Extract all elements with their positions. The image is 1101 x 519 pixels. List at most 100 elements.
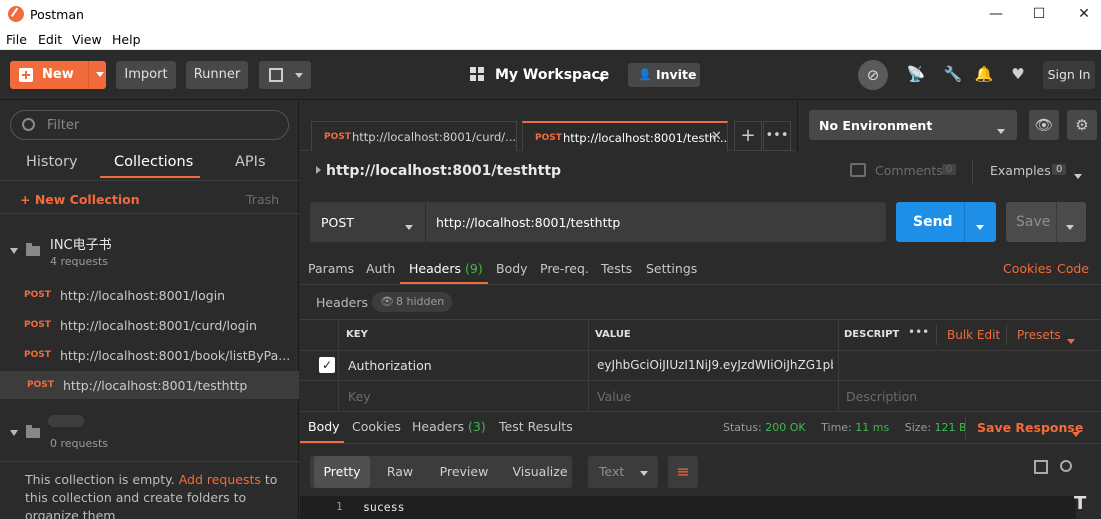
header-value[interactable]: eyJhbGciOiJIUzI1NiJ9.eyJzdWIiOiJhZG1pb..… (597, 358, 833, 372)
collection-item[interactable]: INC电子书 4 requests (0, 229, 299, 277)
tab-collections[interactable]: Collections (114, 154, 193, 170)
save-response-dropdown[interactable]: Save Response (977, 420, 1083, 435)
close-window-icon[interactable]: ✕ (1074, 4, 1094, 24)
divider (1056, 202, 1057, 242)
add-requests-link[interactable]: Add requests (179, 472, 261, 487)
menu-edit[interactable]: Edit (38, 32, 62, 47)
format-visualize[interactable]: Visualize (504, 456, 576, 488)
chevron-down-icon[interactable] (10, 248, 18, 254)
response-tab-test-results[interactable]: Test Results (499, 419, 573, 434)
url-input[interactable]: http://localhost:8001/testhttp (426, 202, 886, 242)
runner-button[interactable]: Runner (186, 61, 248, 89)
gear-icon[interactable]: ⚙ (1067, 110, 1097, 140)
method-badge: POST (24, 290, 51, 300)
chevron-right-icon[interactable] (316, 166, 321, 174)
divider (588, 319, 589, 412)
settings-wrench-icon[interactable]: 🔧 (943, 64, 963, 84)
new-value-input[interactable]: Value (597, 389, 631, 404)
chevron-down-icon[interactable] (1074, 168, 1082, 182)
send-button[interactable]: Send (896, 202, 996, 242)
menu-file[interactable]: File (6, 32, 27, 47)
request-panel: http://localhost:8001/testhttp Comments … (300, 151, 1101, 519)
format-pretty[interactable]: Pretty (314, 456, 370, 488)
copy-icon[interactable] (1034, 460, 1048, 474)
tab-settings[interactable]: Settings (646, 261, 697, 276)
maximize-icon[interactable]: ☐ (1029, 4, 1049, 24)
format-preview[interactable]: Preview (434, 456, 494, 488)
menu-view[interactable]: View (72, 32, 102, 47)
tab-auth[interactable]: Auth (366, 261, 395, 276)
request-item[interactable]: POST http://localhost:8001/login (0, 281, 299, 309)
headers-tab-label: Headers (409, 261, 462, 276)
more-options-icon[interactable]: ••• (908, 325, 929, 339)
header-enabled-checkbox[interactable]: ✓ (319, 357, 335, 373)
satellite-icon[interactable]: 📡 (906, 64, 926, 84)
tab-body[interactable]: Body (496, 261, 528, 276)
presets-dropdown[interactable]: Presets (1017, 328, 1061, 342)
new-description-input[interactable]: Description (846, 389, 917, 404)
method-select[interactable]: POST (310, 202, 425, 242)
new-button[interactable]: New (10, 61, 106, 89)
request-tab-active[interactable]: POST http://localhost:8001/testh... ✕ (522, 121, 728, 151)
request-title: http://localhost:8001/testhttp (326, 163, 562, 179)
request-item[interactable]: POST http://localhost:8001/book/listByPa… (0, 341, 299, 369)
new-collection-button[interactable]: + New Collection (20, 192, 140, 207)
chevron-down-icon[interactable] (96, 61, 104, 89)
tab-apis[interactable]: APIs (235, 154, 266, 170)
response-body[interactable]: 1 sucess (300, 496, 1076, 519)
tab-prereq[interactable]: Pre-req. (540, 261, 589, 276)
header-key[interactable]: Authorization (348, 358, 432, 373)
divider (936, 325, 937, 345)
response-tab-body[interactable]: Body (308, 419, 340, 434)
examples-button[interactable]: Examples (990, 163, 1051, 178)
bulk-edit-link[interactable]: Bulk Edit (947, 328, 1000, 342)
trash-link[interactable]: Trash (246, 192, 279, 207)
request-item[interactable]: POST http://localhost:8001/curd/login (0, 311, 299, 339)
presets-label: Presets (1017, 328, 1061, 342)
heart-icon[interactable]: ♥ (1008, 64, 1028, 84)
sync-off-icon[interactable]: ⊘ (858, 60, 888, 90)
response-headers-count: (3) (468, 419, 486, 434)
request-tab[interactable]: POST http://localhost:8001/curd/... (311, 121, 517, 151)
chevron-down-icon[interactable] (976, 218, 984, 234)
cookies-link[interactable]: Cookies (1003, 261, 1052, 276)
sign-in-button[interactable]: Sign In (1043, 61, 1095, 89)
bell-icon[interactable]: 🔔 (974, 64, 994, 84)
chevron-down-icon[interactable] (1067, 333, 1075, 347)
response-type-select[interactable]: Text (588, 456, 658, 488)
chevron-down-icon[interactable] (1066, 218, 1074, 234)
wrap-lines-icon[interactable]: ≡ (668, 456, 698, 488)
tab-tests[interactable]: Tests (601, 261, 632, 276)
hidden-headers-toggle[interactable]: 👁 8 hidden (372, 292, 453, 312)
filter-input[interactable]: Filter (10, 110, 289, 140)
chevron-down-icon[interactable] (1072, 426, 1080, 440)
import-button[interactable]: Import (116, 61, 176, 89)
tab-history[interactable]: History (26, 154, 78, 170)
request-item-selected[interactable]: POST http://localhost:8001/testhttp (0, 371, 299, 399)
divider (0, 461, 299, 462)
chevron-down-icon (997, 122, 1005, 137)
new-window-button[interactable] (259, 61, 311, 89)
save-button[interactable]: Save (1006, 202, 1086, 242)
close-tab-icon[interactable]: ✕ (711, 129, 722, 144)
workspace-selector[interactable]: My Workspace (495, 67, 609, 83)
menu-help[interactable]: Help (112, 32, 141, 47)
collection-item[interactable]: 0 requests (0, 411, 299, 459)
chevron-down-icon[interactable] (598, 71, 606, 85)
new-key-input[interactable]: Key (348, 389, 371, 404)
search-icon[interactable] (1060, 460, 1072, 472)
format-raw[interactable]: Raw (376, 456, 424, 488)
response-tab-headers[interactable]: Headers (3) (412, 419, 486, 434)
response-tab-cookies[interactable]: Cookies (352, 419, 401, 434)
invite-button[interactable]: 👤 Invite (628, 63, 700, 87)
environment-select[interactable]: No Environment (809, 110, 1017, 140)
add-tab-icon[interactable]: + (734, 121, 762, 151)
tab-params[interactable]: Params (308, 261, 354, 276)
code-link[interactable]: Code (1057, 261, 1089, 276)
divider (300, 443, 1101, 444)
tab-headers[interactable]: Headers (9) (409, 261, 483, 276)
eye-icon[interactable]: 👁 (1029, 110, 1059, 140)
minimize-icon[interactable]: — (986, 4, 1006, 24)
chevron-down-icon[interactable] (10, 430, 18, 436)
more-tabs-icon[interactable]: ••• (763, 121, 791, 151)
